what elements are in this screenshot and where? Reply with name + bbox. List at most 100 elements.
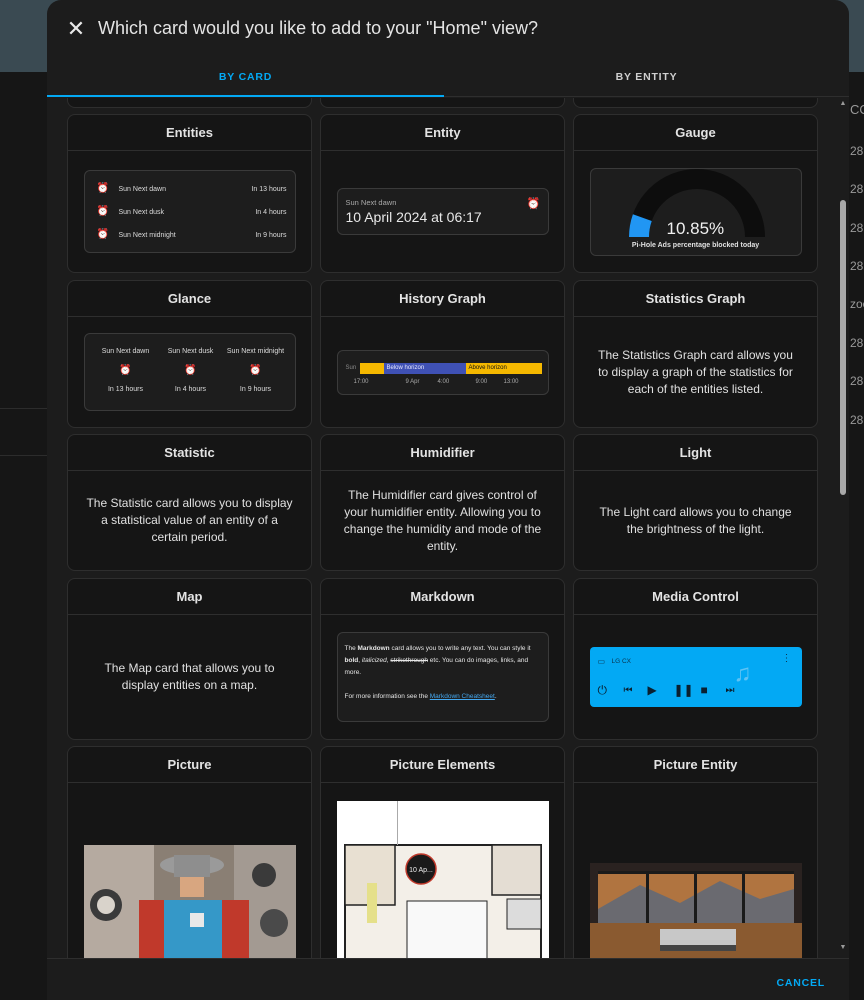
timeline-segment: Below horizon <box>383 362 466 374</box>
card-description: The Humidifier card gives control of you… <box>343 487 542 553</box>
sun-clock-icon: ⏰ <box>96 229 109 240</box>
card-entities[interactable]: Entities ⏰ Sun Next dawn In 13 hours ⏰ S… <box>67 114 312 273</box>
glance-value: In 9 hours <box>239 386 272 393</box>
timeline-row: Sun Below horizon Above horizon <box>345 362 542 375</box>
card-title: Entity <box>321 115 564 151</box>
tick-label: 9 Apr <box>405 378 420 385</box>
card-preview: The Light card allows you to change the … <box>574 471 817 570</box>
timeline-segment <box>359 362 384 374</box>
background-text: zoo <box>850 297 864 311</box>
markdown-italic: italicized <box>361 657 387 664</box>
card-title: Map <box>68 579 311 615</box>
card-preview: Sun Next dawn ⏰ In 13 hours Sun Next dus… <box>68 317 311 427</box>
markdown-text: . <box>494 693 497 700</box>
glance-item: Sun Next midnight ⏰ In 9 hours <box>221 348 291 393</box>
glance-name: Sun Next dawn <box>101 348 150 355</box>
glance-preview: Sun Next dawn ⏰ In 13 hours Sun Next dus… <box>83 333 296 411</box>
entity-preview: Sun Next dawn 10 April 2024 at 06:17 ⏰ <box>336 188 549 235</box>
card-partial[interactable] <box>320 98 565 108</box>
dialog-header: ✕ Which card would you like to add to yo… <box>47 0 849 60</box>
more-vertical-icon: ⋮ <box>781 653 792 664</box>
card-preview: ⏰ Sun Next dawn In 13 hours ⏰ Sun Next d… <box>68 151 311 272</box>
scrollbar-thumb[interactable] <box>840 200 846 495</box>
tick-label: 17:00 <box>353 378 369 385</box>
gauge-fill <box>628 213 652 237</box>
glance-name: Sun Next dusk <box>167 348 214 355</box>
card-description: The Light card allows you to change the … <box>599 504 792 536</box>
sun-clock-icon: ⏰ <box>96 206 109 217</box>
entity-name: Sun Next dawn <box>345 198 397 207</box>
floorplan-preview: 10 Ap... <box>337 801 549 958</box>
markdown-strike: strikethrough <box>390 657 428 664</box>
entity-name: Sun Next dawn <box>118 186 166 193</box>
music-clip-icon: ♫ <box>733 660 752 687</box>
entity-value: In 13 hours <box>251 186 287 193</box>
gauge-preview: 10.85% Pi-Hole Ads percentage blocked to… <box>589 167 802 256</box>
pause-icon: ❚❚ <box>673 683 694 697</box>
markdown-cheatsheet-link[interactable]: Markdown Cheatsheet <box>430 693 495 700</box>
divider <box>0 455 47 456</box>
cancel-button[interactable]: CANCEL <box>776 977 825 989</box>
media-preview: ▭ LG CX ⋮ ♫ ⏻ ⏮ ▶ ❚❚ ■ ⏭ <box>589 647 802 707</box>
close-icon: ✕ <box>66 16 86 41</box>
card-statistics-graph[interactable]: Statistics Graph The Statistics Graph ca… <box>573 280 818 428</box>
skip-previous-icon: ⏮ <box>623 685 633 696</box>
card-title: Entities <box>68 115 311 151</box>
floorplan-badge: 10 Ap... <box>409 867 433 874</box>
markdown-preview: The Markdown card allows you to write an… <box>336 632 549 722</box>
card-preview: The Statistic card allows you to display… <box>68 471 311 570</box>
entity-value: 10 April 2024 at 06:17 <box>345 209 482 225</box>
card-entity[interactable]: Entity Sun Next dawn 10 April 2024 at 06… <box>320 114 565 273</box>
card-title: Markdown <box>321 579 564 615</box>
card-picture[interactable]: Picture <box>67 746 312 958</box>
background-text: CO <box>850 102 864 117</box>
tick-label: 13:00 <box>503 378 519 385</box>
card-title: Media Control <box>574 579 817 615</box>
tick-label: 9:00 <box>475 378 488 385</box>
glance-item: Sun Next dusk ⏰ In 4 hours <box>156 348 226 393</box>
card-description: The Statistic card allows you to display… <box>86 496 293 544</box>
card-light[interactable]: Light The Light card allows you to chang… <box>573 434 818 571</box>
scroll-down-arrow[interactable]: ▼ <box>839 944 847 951</box>
entity-name: Sun Next midnight <box>118 232 176 239</box>
entity-name: Sun Next dusk <box>118 209 165 216</box>
card-title: Glance <box>68 281 311 317</box>
card-picker-grid: Entities ⏰ Sun Next dawn In 13 hours ⏰ S… <box>47 98 849 958</box>
timeline-label: Sun <box>345 364 357 371</box>
markdown-bold: Markdown <box>357 645 390 652</box>
divider <box>0 408 47 409</box>
tv-icon: ▭ <box>597 657 606 666</box>
background-text: 28 <box>850 221 864 235</box>
glance-value: In 4 hours <box>174 386 207 393</box>
card-history-graph[interactable]: History Graph Sun Below horizon Above ho… <box>320 280 565 428</box>
card-gauge[interactable]: Gauge 10.85% Pi-Hole Ads percentage bloc… <box>573 114 818 273</box>
card-partial[interactable] <box>573 98 818 108</box>
scroll-up-arrow[interactable]: ▲ <box>839 100 847 107</box>
close-button[interactable]: ✕ <box>63 16 89 42</box>
card-picture-entity[interactable]: Picture Entity <box>573 746 818 958</box>
card-preview: Sun Next dawn 10 April 2024 at 06:17 ⏰ <box>321 151 564 272</box>
card-title: History Graph <box>321 281 564 317</box>
card-glance[interactable]: Glance Sun Next dawn ⏰ In 13 hours Sun N… <box>67 280 312 428</box>
card-title: Picture Entity <box>574 747 817 783</box>
background-text: 28 <box>850 374 864 388</box>
card-media-control[interactable]: Media Control ▭ LG CX ⋮ ♫ ⏻ ⏮ ▶ ❚❚ ■ ⏭ <box>573 578 818 740</box>
sun-clock-icon: ⏰ <box>96 183 109 194</box>
timeline-segment: Above horizon <box>465 362 542 374</box>
tab-by-entity[interactable]: BY ENTITY <box>444 60 849 97</box>
card-preview: The Statistics Graph card allows you to … <box>574 317 817 427</box>
card-humidifier[interactable]: Humidifier The Humidifier card gives con… <box>320 434 565 571</box>
skip-next-icon: ⏭ <box>725 685 735 696</box>
card-map[interactable]: Map The Map card that allows you to disp… <box>67 578 312 740</box>
sun-clock-icon: ⏰ <box>526 198 541 210</box>
card-partial[interactable] <box>67 98 312 108</box>
card-picture-elements[interactable]: Picture Elements 10 Ap... <box>320 746 565 958</box>
card-markdown[interactable]: Markdown The Markdown card allows you to… <box>320 578 565 740</box>
glance-item: Sun Next dawn ⏰ In 13 hours <box>91 348 161 393</box>
tab-by-card[interactable]: BY CARD <box>47 60 444 97</box>
card-statistic[interactable]: Statistic The Statistic card allows you … <box>67 434 312 571</box>
play-icon: ▶ <box>647 683 657 697</box>
markdown-bold: bold <box>344 657 359 664</box>
background-text: 28 <box>850 336 864 350</box>
card-title: Statistic <box>68 435 311 471</box>
